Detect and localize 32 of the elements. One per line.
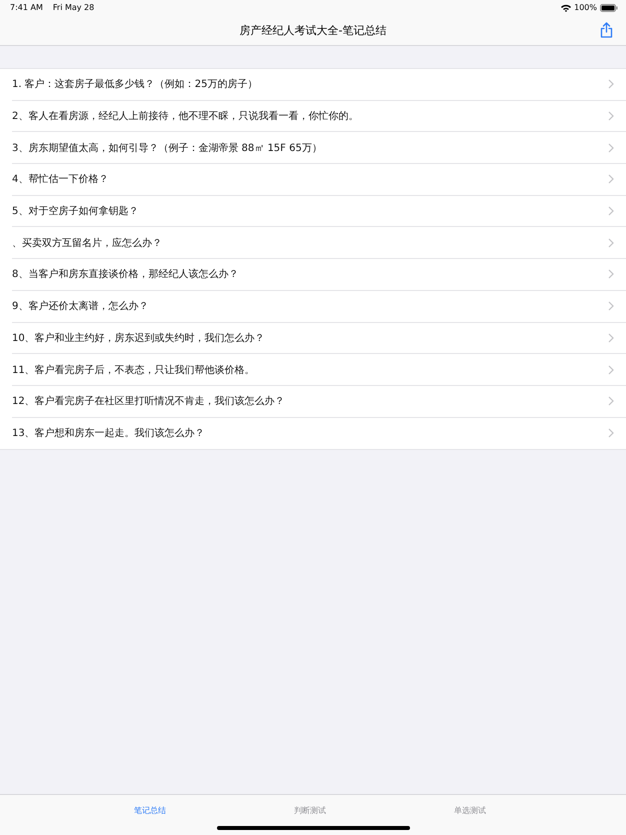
chevron-icon — [608, 301, 614, 312]
chevron-icon — [608, 396, 614, 406]
status-date: Fri May 28 — [52, 3, 94, 12]
list-item[interactable]: 12、客户看完房子在社区里打听情况不肯走，我们该怎么办？ — [12, 394, 608, 408]
chevron-icon — [608, 79, 614, 90]
list-item[interactable]: 4、帮忙估一下价格？ — [12, 172, 608, 186]
tab[interactable]: 笔记总结 — [70, 795, 230, 835]
list-item[interactable]: 10、客户和业主约好，房东迟到或失约时，我们怎么办？ — [12, 330, 608, 345]
list-item[interactable]: 11、客户看完房子后，不表态，只让我们帮他谈价格。 — [12, 362, 608, 377]
share-icon[interactable] — [600, 22, 613, 38]
battery-icon — [600, 4, 618, 12]
list-item[interactable]: 9、客户还价太离谱，怎么办？ — [12, 299, 608, 314]
chevron-icon — [608, 238, 614, 248]
wifi-icon — [561, 4, 572, 12]
list-item[interactable]: 、买卖双方互留名片，应怎么办？ — [12, 236, 608, 250]
chevron-icon — [608, 206, 614, 216]
list-item[interactable]: 5、对于空房子如何拿钥匙？ — [12, 204, 608, 218]
status-time: 7:41 AM — [10, 3, 43, 12]
chevron-icon — [608, 142, 614, 153]
chevron-icon — [608, 269, 614, 280]
chevron-icon — [608, 364, 614, 375]
list-item[interactable]: 13、客户想和房东一起走。我们该怎么办？ — [12, 426, 608, 440]
list-item[interactable]: 8、当客户和房东直接谈价格，那经纪人该怎么办？ — [12, 267, 608, 282]
chevron-icon — [608, 111, 614, 122]
list-item[interactable]: 2、客人在看房源，经纪人上前接待，他不理不睬，只说我看一看，你忙你的。 — [12, 109, 608, 124]
chevron-icon — [608, 174, 614, 184]
list-item[interactable]: 3、房东期望值太高，如何引导？（例子：金湖帝景 88㎡ 15F 65万） — [12, 140, 608, 155]
battery-percentage: 100% — [574, 3, 597, 12]
nav-title: 房产经纪人考试大全-笔记总结 — [240, 22, 386, 38]
chevron-icon — [608, 428, 614, 438]
chevron-icon — [608, 332, 614, 343]
list-item[interactable]: 1. 客户：这套房子最低多少钱？（例如：25万的房子） — [12, 77, 608, 92]
